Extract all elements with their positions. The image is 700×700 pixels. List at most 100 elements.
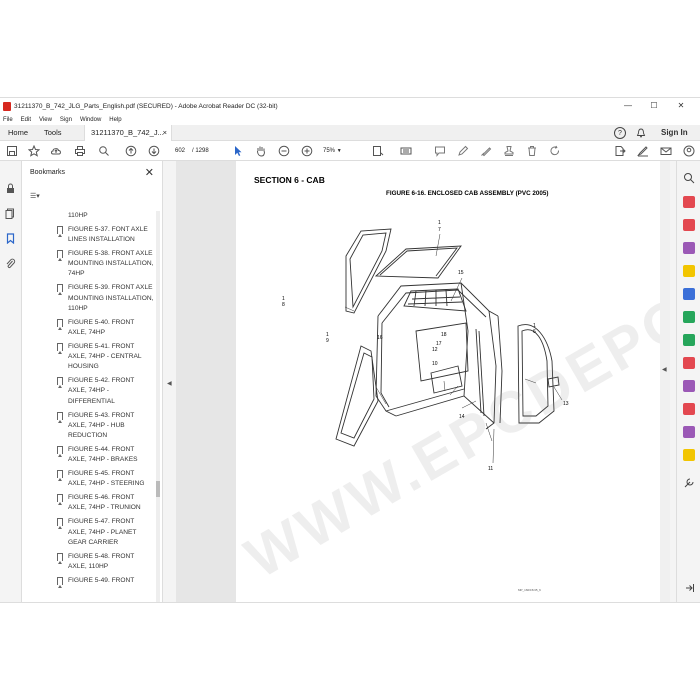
fill-sign-icon[interactable]	[637, 145, 649, 157]
right-tools-rail	[676, 161, 700, 602]
page-up-icon[interactable]	[125, 145, 137, 157]
acrobat-window: 31211370_B_742_JLG_Parts_English.pdf (SE…	[0, 97, 700, 603]
page-thumbnails-icon[interactable]	[5, 206, 16, 219]
zoom-level-select[interactable]: 75% ▼	[323, 146, 357, 156]
page-fit-icon[interactable]	[372, 145, 384, 157]
title-bar: 31211370_B_742_JLG_Parts_English.pdf (SE…	[0, 98, 700, 114]
main-toolbar: 602 / 1298 75% ▼	[0, 141, 700, 161]
bookmark-item[interactable]: FIGURE 5-47. FRONT AXLE, 74HP - PLANET G…	[22, 517, 158, 548]
draw-icon[interactable]	[480, 145, 492, 157]
zoom-search-icon[interactable]	[683, 171, 695, 184]
bookmark-item[interactable]: FIGURE 5-43. FRONT AXLE, 74HP - HUB REDU…	[22, 411, 158, 442]
menu-help[interactable]: Help	[109, 117, 121, 123]
share-email-icon[interactable]	[660, 145, 672, 157]
bookmark-options-button[interactable]: ☰▾	[30, 192, 40, 200]
save-icon[interactable]	[6, 145, 18, 157]
page-number-input[interactable]: 602	[171, 146, 189, 156]
tab-document[interactable]: 31211370_B_742_J... ×	[84, 125, 172, 141]
send-for-signature-tool-icon[interactable]	[683, 426, 695, 438]
bookmark-item[interactable]: 110HP	[22, 211, 158, 221]
rotate-icon[interactable]	[549, 145, 561, 157]
delete-icon[interactable]	[526, 145, 538, 157]
bookmark-item[interactable]: FIGURE 5-48. FRONT AXLE, 110HP	[22, 552, 158, 573]
organize-pages-tool-icon[interactable]	[683, 311, 695, 323]
minimize-button[interactable]: —	[615, 98, 641, 114]
bookmarks-scroll-thumb[interactable]	[156, 481, 160, 497]
bookmark-item[interactable]: FIGURE 5-39. FRONT AXLE MOUNTING INSTALL…	[22, 283, 158, 314]
account-icon[interactable]	[683, 145, 695, 157]
prepare-form-tool-icon[interactable]	[683, 449, 695, 461]
select-cursor-icon[interactable]	[232, 145, 244, 157]
comment-tool-icon[interactable]	[683, 265, 695, 277]
search-icon[interactable]	[98, 145, 110, 157]
highlight-pen-icon[interactable]	[457, 145, 469, 157]
stamp-icon[interactable]	[503, 145, 515, 157]
menu-sign[interactable]: Sign	[60, 117, 72, 123]
export-pdf-icon[interactable]	[614, 145, 626, 157]
left-navigation-rail	[0, 161, 22, 602]
pdf-app-icon	[3, 101, 11, 111]
attachments-icon[interactable]	[5, 256, 16, 269]
help-icon[interactable]: ?	[614, 127, 626, 139]
bookmark-label: FIGURE 5-41. FRONT AXLE, 74HP - CENTRAL …	[68, 342, 142, 371]
redact-tool-icon[interactable]	[683, 403, 695, 415]
menu-window[interactable]: Window	[80, 117, 101, 123]
collapse-panel-arrow-icon[interactable]: ◀	[167, 380, 172, 387]
bookmark-label: FIGURE 5-42. FRONT AXLE, 74HP - DIFFEREN…	[68, 377, 135, 405]
bookmark-item[interactable]: FIGURE 5-49. FRONT	[22, 576, 158, 588]
export-pdf-tool-icon[interactable]	[683, 196, 695, 208]
tab-bar: Home Tools 31211370_B_742_J... × ? Sign …	[0, 125, 700, 141]
hand-tool-icon[interactable]	[255, 145, 267, 157]
keyboard-icon[interactable]	[400, 145, 412, 157]
tab-home[interactable]: Home	[2, 125, 34, 141]
menu-file[interactable]: File	[3, 117, 13, 123]
scan-ocr-tool-icon[interactable]	[683, 334, 695, 346]
pdf-page: SECTION 6 - CAB FIGURE 6-16. ENCLOSED CA…	[235, 161, 660, 602]
bookmarks-panel-icon[interactable]	[5, 231, 16, 245]
zoom-out-icon[interactable]	[278, 145, 290, 157]
bookmark-item[interactable]: FIGURE 5-46. FRONT AXLE, 74HP - TRUNION	[22, 493, 158, 514]
bookmark-item[interactable]: FIGURE 5-40. FRONT AXLE, 74HP	[22, 318, 158, 339]
expand-right-panel-arrow-icon[interactable]: ◀	[662, 366, 667, 373]
notifications-bell-icon[interactable]	[636, 125, 646, 141]
callout: 12	[432, 347, 438, 353]
more-tools-icon[interactable]	[683, 476, 695, 488]
document-scrollbar[interactable]	[660, 161, 670, 602]
bookmark-item[interactable]: FIGURE 5-44. FRONT AXLE, 74HP - BRAKES	[22, 445, 158, 466]
close-window-button[interactable]: ✕	[668, 98, 694, 114]
collapse-tools-icon[interactable]	[683, 581, 695, 593]
callout: 9	[326, 338, 329, 344]
close-bookmarks-button[interactable]: ✕	[145, 166, 154, 179]
bookmarks-scrollbar[interactable]	[156, 211, 160, 602]
print-icon[interactable]	[74, 145, 86, 157]
bookmarks-panel: Bookmarks ✕ ☰▾ 110HP FIGURE 5-37. FONT A…	[22, 161, 163, 602]
bookmark-label: FIGURE 5-38. FRONT AXLE MOUNTING INSTALL…	[68, 249, 154, 278]
protect-tool-icon[interactable]	[683, 357, 695, 369]
page-down-icon[interactable]	[148, 145, 160, 157]
bookmark-item[interactable]: FIGURE 5-41. FRONT AXLE, 74HP - CENTRAL …	[22, 342, 158, 373]
menu-view[interactable]: View	[39, 117, 52, 123]
comment-icon[interactable]	[434, 145, 446, 157]
bookmark-label: 110HP	[68, 212, 88, 219]
edit-pdf-tool-icon[interactable]	[683, 242, 695, 254]
fill-sign-tool-icon[interactable]	[683, 380, 695, 392]
zoom-in-icon[interactable]	[301, 145, 313, 157]
page-total: / 1298	[192, 148, 209, 154]
menu-edit[interactable]: Edit	[21, 117, 31, 123]
bookmark-item[interactable]: FIGURE 5-37. FONT AXLE LINES INSTALLATIO…	[22, 225, 158, 246]
bookmark-item[interactable]: FIGURE 5-42. FRONT AXLE, 74HP - DIFFEREN…	[22, 376, 158, 407]
maximize-button[interactable]: ☐	[641, 98, 667, 114]
combine-files-tool-icon[interactable]	[683, 288, 695, 300]
lock-icon[interactable]	[5, 181, 16, 193]
bookmark-item[interactable]: FIGURE 5-38. FRONT AXLE MOUNTING INSTALL…	[22, 249, 158, 280]
sign-in-button[interactable]: Sign In	[661, 125, 688, 141]
tab-close-icon[interactable]: ×	[163, 125, 167, 141]
tab-document-label: 31211370_B_742_J...	[91, 128, 164, 137]
bookmark-star-icon[interactable]	[28, 145, 40, 157]
create-pdf-tool-icon[interactable]	[683, 219, 695, 231]
bookmark-icon	[57, 225, 63, 237]
upload-cloud-icon[interactable]	[50, 145, 62, 157]
tab-tools[interactable]: Tools	[38, 125, 68, 141]
bookmark-label: FIGURE 5-37. FONT AXLE LINES INSTALLATIO…	[68, 225, 148, 244]
bookmark-item[interactable]: FIGURE 5-45. FRONT AXLE, 74HP - STEERING	[22, 469, 158, 490]
